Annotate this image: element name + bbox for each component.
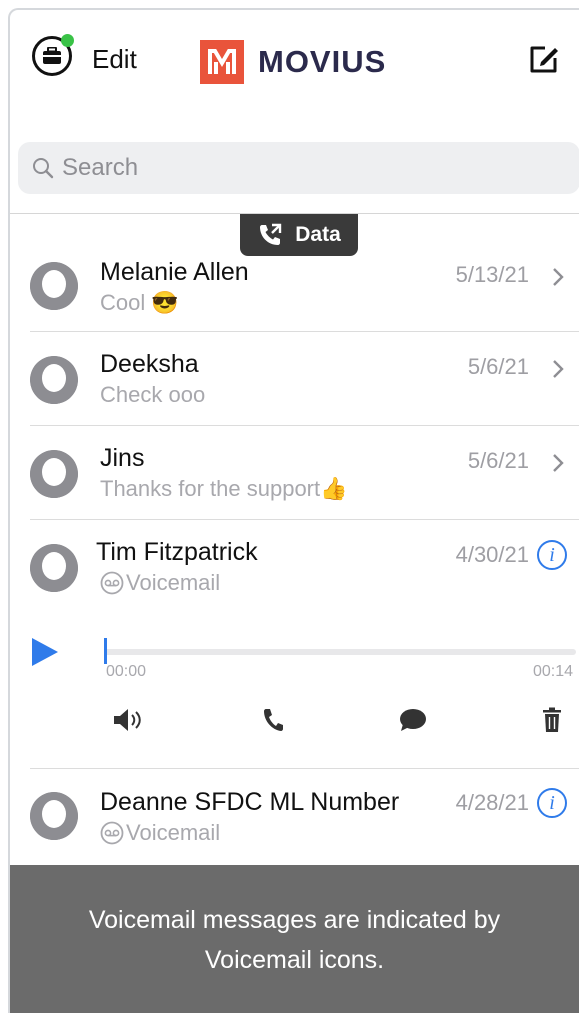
info-button[interactable]: i — [537, 788, 567, 818]
message-date: 5/6/21 — [467, 448, 529, 473]
edit-button[interactable]: Edit — [92, 44, 137, 75]
briefcase-icon — [43, 47, 61, 64]
m-logo-icon — [208, 49, 236, 74]
status-dot — [61, 34, 74, 47]
phone-icon — [264, 709, 283, 731]
total-duration: 00:14 — [532, 663, 573, 680]
brand-name: MOVIUS — [258, 44, 387, 79]
phone-transfer-icon — [260, 223, 282, 245]
speaker-button[interactable] — [110, 706, 150, 734]
caption-overlay: Voicemail messages are indicated by Voic… — [10, 865, 579, 1013]
message-preview: Cool 😎 — [100, 290, 179, 316]
person-icon — [30, 356, 78, 404]
search-icon — [33, 158, 54, 179]
person-icon — [30, 450, 78, 498]
contact-name: Deanne SFDC ML Number — [100, 788, 400, 816]
top-bar: Edit MOVIUS — [10, 10, 579, 120]
message-preview: Voicemail — [100, 820, 220, 846]
conversation-row[interactable]: Deeksha Check ooo 5/6/21 — [10, 332, 579, 426]
avatar — [30, 450, 78, 498]
contact-name: Deeksha — [100, 350, 199, 378]
data-connection-badge: Data — [240, 214, 358, 256]
conversation-row[interactable]: Melanie Allen Cool 😎 5/13/21 — [10, 246, 579, 332]
data-badge-label: Data — [295, 223, 341, 246]
work-profile-button[interactable] — [32, 34, 74, 76]
person-icon — [30, 792, 78, 840]
voicemail-row[interactable]: Tim Fitzpatrick Voicemail 4/30/21 i — [10, 520, 579, 612]
movius-logo: MOVIUS — [200, 40, 386, 84]
elapsed-time: 00:00 — [106, 663, 147, 680]
info-button[interactable]: i — [537, 540, 567, 570]
contact-name: Melanie Allen — [100, 258, 249, 286]
message-date: 5/6/21 — [467, 354, 529, 379]
message-preview-text: Voicemail — [126, 570, 221, 595]
message-preview: Voicemail — [100, 570, 220, 596]
call-back-button[interactable] — [258, 706, 288, 734]
message-preview-text: Voicemail — [126, 820, 221, 845]
send-message-button[interactable] — [396, 706, 430, 734]
avatar — [30, 262, 78, 310]
trash-icon — [543, 707, 561, 732]
delete-button[interactable] — [538, 706, 566, 734]
voicemail-row[interactable]: Deanne SFDC ML Number Voicemail 4/28/21 … — [10, 770, 579, 862]
play-button[interactable] — [32, 638, 58, 666]
person-icon — [30, 544, 78, 592]
message-preview-text: Check ooo — [100, 382, 206, 407]
conversation-row[interactable]: Jins Thanks for the support👍 5/6/21 — [10, 426, 579, 520]
compose-icon — [530, 46, 558, 73]
chevron-right-icon[interactable] — [551, 358, 565, 380]
contact-name: Tim Fitzpatrick — [96, 538, 258, 566]
playback-progress-bar[interactable] — [104, 649, 576, 655]
chevron-right-icon[interactable] — [551, 452, 565, 474]
chevron-right-icon[interactable] — [551, 266, 565, 288]
app-frame: Edit MOVIUS Search Data Melanie Allen Co… — [8, 8, 579, 1013]
compose-button[interactable] — [527, 42, 561, 76]
voicemail-icon — [100, 571, 124, 595]
row-divider — [30, 768, 579, 769]
logo-mark — [200, 40, 244, 84]
search-bar[interactable] — [18, 142, 579, 194]
voicemail-icon — [100, 821, 124, 845]
avatar — [30, 544, 78, 592]
message-preview-text: Cool 😎 — [100, 290, 179, 315]
speaker-icon — [114, 709, 141, 731]
playback-scrubber[interactable] — [104, 638, 107, 664]
contact-name: Jins — [100, 444, 145, 472]
search-input[interactable] — [62, 154, 542, 182]
message-date: 4/28/21 — [455, 790, 529, 815]
caption-text: Voicemail messages are indicated by Voic… — [88, 906, 501, 974]
chat-bubble-icon — [400, 709, 426, 731]
message-date: 5/13/21 — [455, 262, 529, 287]
avatar — [30, 356, 78, 404]
avatar — [30, 792, 78, 840]
message-preview: Thanks for the support👍 — [100, 476, 348, 502]
message-preview-text: Thanks for the support👍 — [100, 476, 348, 501]
message-preview: Check ooo — [100, 382, 205, 408]
person-icon — [30, 262, 78, 310]
message-date: 4/30/21 — [455, 542, 529, 567]
